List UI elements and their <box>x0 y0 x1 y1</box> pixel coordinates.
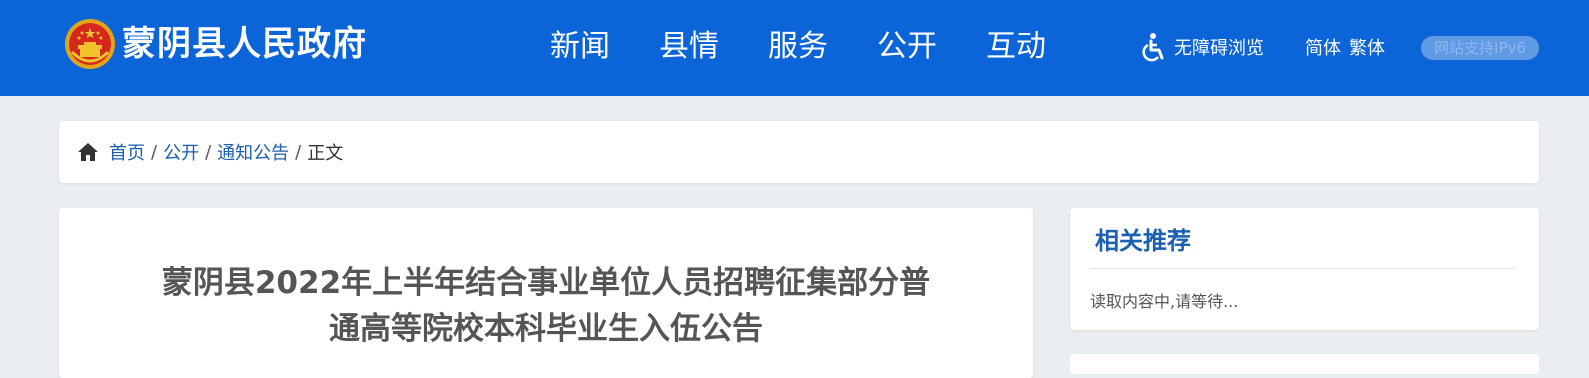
lang-traditional-link[interactable]: 繁体 <box>1349 34 1385 60</box>
breadcrumb: 首页 / 公开 / 通知公告 / 正文 <box>59 121 1539 183</box>
language-switch: 简体 繁体 <box>1305 32 1385 62</box>
breadcrumb-current: 正文 <box>307 143 344 164</box>
loading-text: 读取内容中,请等待... <box>1090 292 1239 311</box>
wheelchair-icon <box>1142 33 1164 62</box>
breadcrumb-home[interactable]: 首页 <box>109 139 145 165</box>
nav-item-county-info[interactable]: 县情 <box>659 24 719 70</box>
accessibility-label: 无障碍浏览 <box>1174 38 1264 59</box>
article-title-line-2: 通高等院校本科毕业生入伍公告 <box>329 311 763 347</box>
accessibility-link[interactable]: 无障碍浏览 <box>1140 32 1264 62</box>
breadcrumb-separator: / <box>151 141 158 163</box>
site-title[interactable]: 蒙阴县人民政府 <box>122 21 367 67</box>
national-emblem-icon[interactable] <box>64 18 116 70</box>
breadcrumb-notices[interactable]: 通知公告 <box>217 139 289 165</box>
nav-item-interaction[interactable]: 互动 <box>986 24 1046 70</box>
site-header: 蒙阴县人民政府 新闻 县情 服务 公开 互动 无障碍浏览 简体 繁体 网站支持I… <box>0 0 1589 96</box>
nav-item-news[interactable]: 新闻 <box>550 24 610 70</box>
breadcrumb-separator: / <box>205 141 212 163</box>
divider <box>1090 268 1515 269</box>
nav-item-services[interactable]: 服务 <box>768 24 828 70</box>
breadcrumb-separator: / <box>295 141 302 163</box>
related-recommendations-card: 相关推荐 读取内容中,请等待... <box>1070 208 1539 330</box>
nav-item-public[interactable]: 公开 <box>877 24 937 70</box>
home-icon[interactable] <box>77 142 99 162</box>
lang-simplified-link[interactable]: 简体 <box>1305 34 1341 60</box>
main-nav: 新闻 县情 服务 公开 互动 <box>550 24 1046 70</box>
related-recommendations-title: 相关推荐 <box>1095 227 1191 255</box>
article-title: 蒙阴县2022年上半年结合事业单位人员招聘征集部分普 通高等院校本科毕业生入伍公… <box>139 260 953 352</box>
breadcrumb-public[interactable]: 公开 <box>163 139 199 165</box>
article-title-line-1: 蒙阴县2022年上半年结合事业单位人员招聘征集部分普 <box>161 265 931 301</box>
sidebar-card-2 <box>1070 354 1539 374</box>
ipv6-badge: 网站支持IPv6 <box>1421 36 1539 60</box>
article-card: 蒙阴县2022年上半年结合事业单位人员招聘征集部分普 通高等院校本科毕业生入伍公… <box>59 208 1033 378</box>
